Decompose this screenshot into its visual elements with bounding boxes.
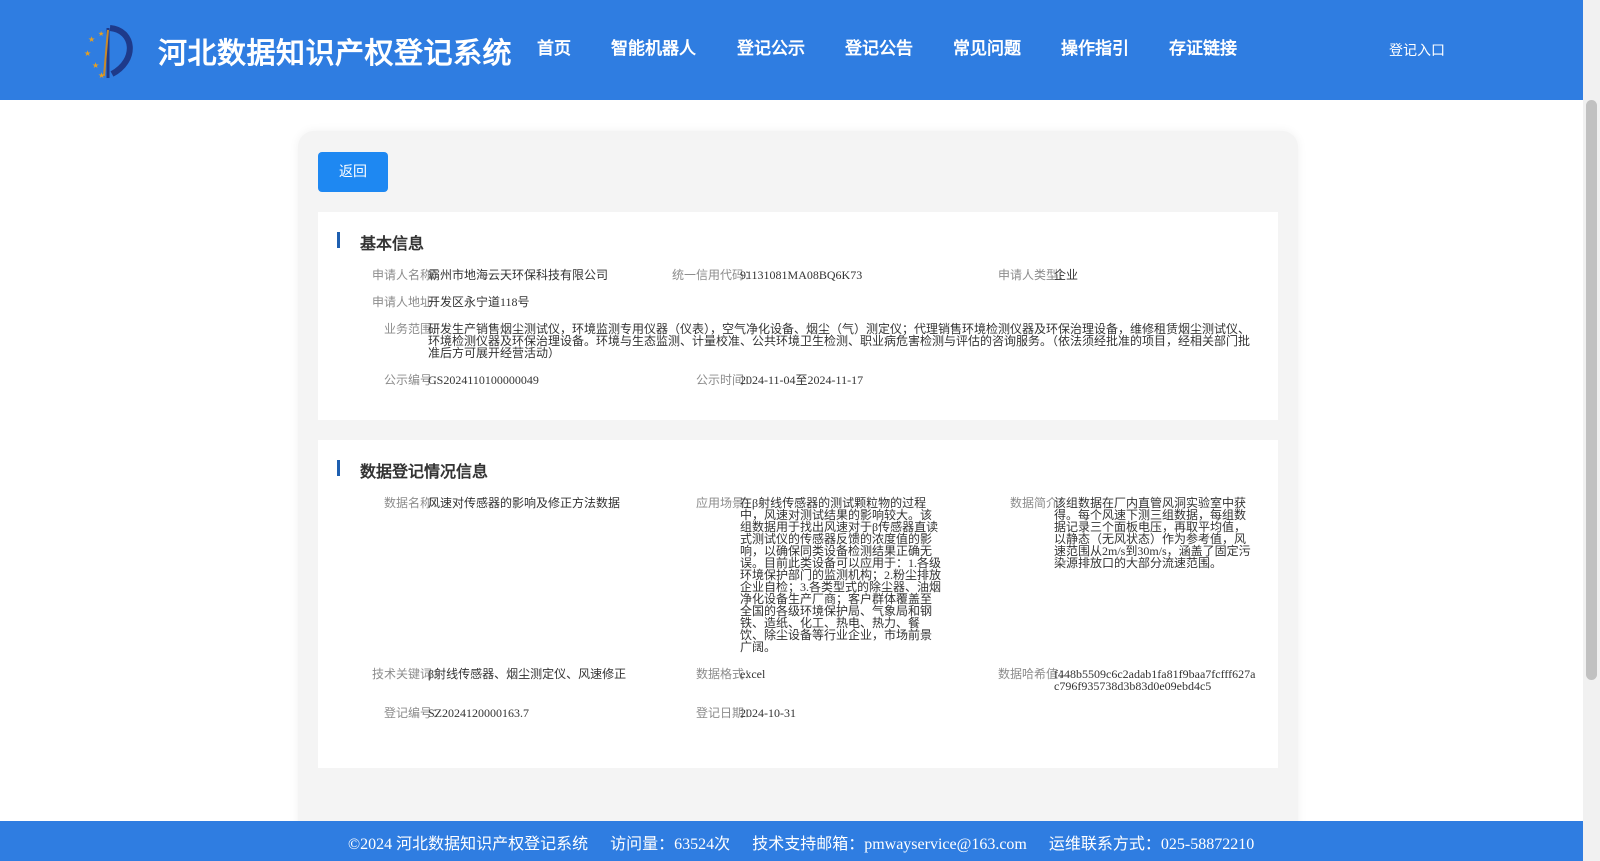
nav-evidence-link[interactable]: 存证链接 (1169, 36, 1259, 62)
section-marker (337, 232, 340, 248)
nav-announcement[interactable]: 登记公告 (845, 36, 953, 62)
format-value: excel (740, 667, 766, 681)
login-link[interactable]: 登记入口 (1389, 40, 1445, 60)
hash-value: f448b5509c6c2adab1fa81f9baa7fcfff627ac79… (1054, 667, 1256, 693)
scroll-thumb[interactable] (1586, 100, 1597, 680)
svg-text:★: ★ (92, 61, 99, 70)
footer-info: ©2024 河北数据知识产权登记系统 访问量：63524次 技术支持邮箱：pmw… (348, 830, 1272, 854)
footer-contact: 运维联系方式：025-58872210 (1048, 836, 1255, 853)
svg-text:★: ★ (98, 30, 104, 38)
nav-home[interactable]: 首页 (537, 36, 611, 62)
page-footer: ©2024 河北数据知识产权登记系统 访问量：63524次 技术支持邮箱：pmw… (0, 821, 1583, 861)
section-title-registration: 数据登记情况信息 (360, 462, 489, 481)
top-header: ★ ★ ★ ★ ★ 河北数据知识产权登记系统 首页 智能机器人 登记公示 登记公… (0, 0, 1583, 100)
scope-value: 研发生产销售烟尘测试仪，环境监测专用仪器（仪表），空气净化设备、烟尘（气）测定仪… (428, 322, 1251, 360)
credit-code-value: 91131081MA08BQ6K73 (740, 268, 863, 282)
scenario-value: 在β射线传感器的测试颗粒物的过程中，风速对测试结果的影响较大。该组数据用于找出风… (740, 496, 942, 654)
address-value: 开发区永宁道118号 (428, 295, 530, 309)
svg-text:★: ★ (88, 35, 95, 44)
section-marker (337, 460, 340, 476)
svg-text:★: ★ (84, 49, 91, 58)
section-title-basic: 基本信息 (360, 234, 425, 253)
nav-faq[interactable]: 常见问题 (953, 36, 1061, 62)
notice-time-value: 2024-11-04至2024-11-17 (740, 373, 864, 387)
applicant-type-value: 企业 (1054, 268, 1079, 282)
notice-no-value: GS2024110100000049 (428, 373, 539, 387)
nav-robot[interactable]: 智能机器人 (611, 36, 737, 62)
site-title: 河北数据知识产权登记系统 (158, 36, 513, 70)
logo-icon: ★ ★ ★ ★ ★ (84, 25, 133, 80)
basic-info-card: 基本信息 申请人名称： 霸州市地海云天环保科技有限公司 统一信用代码： 9113… (318, 212, 1278, 420)
main-nav: 首页 智能机器人 登记公示 登记公告 常见问题 操作指引 存证链接 (537, 36, 1259, 62)
data-name-value: 风速对传感器的影响及修正方法数据 (428, 496, 621, 510)
nav-public-notice[interactable]: 登记公示 (737, 36, 845, 62)
registration-info-card: 数据登记情况信息 数据名称： 风速对传感器的影响及修正方法数据 应用场景： 在β… (318, 440, 1278, 768)
keywords-value: β射线传感器、烟尘测定仪、风速修正 (428, 667, 627, 681)
footer-copyright: ©2024 河北数据知识产权登记系统 (348, 836, 589, 853)
page-scrollbar[interactable] (1583, 0, 1600, 861)
summary-value: 该组数据在厂内直管风洞实验室中获得。每个风速下测三组数据，每组数据记录三个面板电… (1054, 496, 1251, 570)
footer-email: 技术支持邮箱：pmwayservice@163.com (752, 836, 1027, 853)
footer-visits: 访问量：63524次 (610, 836, 731, 853)
reg-date-value: 2024-10-31 (740, 706, 796, 720)
reg-no-value: SZ2024120000163.7 (428, 706, 530, 720)
applicant-name-value: 霸州市地海云天环保科技有限公司 (428, 268, 609, 282)
back-button[interactable]: 返回 (318, 152, 388, 192)
nav-guide[interactable]: 操作指引 (1061, 36, 1169, 62)
svg-text:★: ★ (98, 71, 105, 80)
